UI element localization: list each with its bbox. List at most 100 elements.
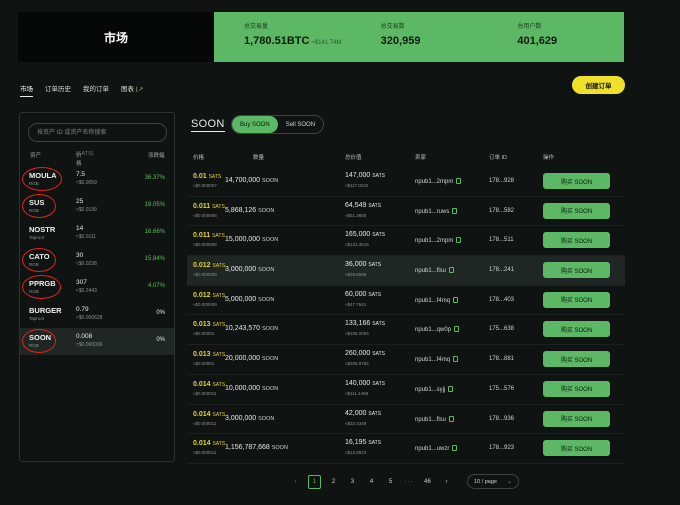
order-price: 0.012 SATS [193, 262, 226, 270]
order-price-usd: ≈$0.000008 [193, 242, 217, 248]
copy-icon[interactable] [456, 237, 462, 244]
asset-price: 7.5 [76, 171, 86, 178]
buy-soon-button[interactable]: 购买 SOON [543, 321, 610, 338]
asset-change: 19.05% [144, 202, 165, 208]
order-price: 0.011 SATS [193, 202, 225, 210]
order-total-usd: ≈$28.6585 [345, 272, 367, 278]
buy-soon-button[interactable]: 购买 SOON [543, 262, 610, 279]
tab-my-orders[interactable]: 我的订单 [83, 83, 109, 97]
asset-price: 14 [76, 225, 84, 232]
copy-icon[interactable] [452, 445, 458, 452]
order-seller[interactable]: npub1...syjj [415, 385, 454, 393]
stat-total-users: 总用户数 401,629 [487, 12, 624, 62]
copy-icon[interactable] [456, 178, 462, 184]
order-seller[interactable]: npub1...qw0p [415, 326, 460, 333]
pagination-ellipsis[interactable]: ··· [403, 479, 415, 485]
buy-soon-button[interactable]: 购买 SOON [543, 351, 610, 368]
copy-icon[interactable] [448, 385, 454, 392]
asset-change: 15.84% [144, 256, 165, 262]
order-seller[interactable]: npub1...2mpm [415, 178, 462, 185]
copy-icon[interactable] [454, 326, 460, 333]
asset-row-soon[interactable]: SOON RGB 0.008 ≈$0.000006 0% [20, 328, 174, 355]
copy-icon[interactable] [452, 207, 458, 214]
order-seller[interactable]: npub1...flsu [415, 415, 455, 423]
asset-change: 0% [156, 337, 165, 343]
page-1-button[interactable]: 1 [308, 474, 321, 489]
buy-soon-button[interactable]: 购买 SOON [543, 380, 610, 397]
asset-price-usd: ≈$0.0199 [76, 207, 97, 213]
page-size-select[interactable]: 10 / page ⌄ [467, 474, 519, 489]
chevron-right-icon[interactable]: › [440, 475, 453, 489]
market-title: SOON [191, 118, 225, 132]
page-4-button[interactable]: 4 [365, 475, 378, 489]
order-seller[interactable]: npub1...f4mq [415, 296, 459, 304]
order-total-usd: ≈$47.7641 [345, 301, 367, 307]
asset-price: 0.008 [76, 333, 93, 340]
page-last-button[interactable]: 46 [421, 475, 434, 489]
order-price-usd: ≈$0.000011 [193, 390, 217, 396]
order-quantity: 3,000,000 SOON [225, 266, 275, 274]
asset-row-moula[interactable]: MOULA RGB 7.5 ≈$0.0059 36.37% [20, 166, 174, 193]
tab-order-history[interactable]: 订单历史 [45, 83, 71, 97]
asset-price-usd: ≈$0.0238 [76, 261, 97, 267]
chevron-left-icon[interactable]: ‹ [289, 475, 302, 489]
copy-icon[interactable] [453, 356, 459, 363]
header-change: 涨跌幅 [148, 153, 165, 159]
order-total: 165,000 SATS [345, 231, 385, 239]
asset-protocol-tag: Taproot [29, 235, 45, 240]
page-2-button[interactable]: 2 [327, 475, 340, 489]
asset-name: SUS [29, 198, 45, 207]
asset-row-nostr[interactable]: NOSTR Taproot 14 ≈$0.0111 16.66% [20, 220, 174, 247]
asset-row-sus[interactable]: SUS RGB 25 ≈$0.0199 19.05% [20, 193, 174, 220]
order-total-usd: ≈$33.4349 [345, 420, 367, 426]
buy-soon-button[interactable]: 购买 SOON [543, 291, 610, 308]
copy-icon[interactable] [453, 296, 459, 303]
asset-search-input[interactable] [28, 123, 167, 142]
header-asset: 资产 [30, 153, 42, 159]
orders-table-header: 价格 数量 总价值 卖家 订单 ID 操作 [187, 153, 625, 163]
tab-market[interactable]: 市场 [20, 83, 33, 97]
asset-row-pprgb[interactable]: PPRGB RGB 307 ≈$0.2443 4.07% [20, 274, 174, 301]
order-id: 175...576 [489, 385, 515, 392]
copy-icon[interactable] [449, 415, 455, 422]
buy-soon-button[interactable]: 购买 SOON [543, 173, 610, 189]
buy-soon-button[interactable]: 购买 SOON [543, 410, 610, 427]
asset-protocol-tag: RGB [29, 343, 39, 348]
order-seller[interactable]: npub1...ruws [415, 207, 458, 215]
buy-soon-tab[interactable]: Buy SOON [232, 116, 278, 133]
asset-list: MOULA RGB 7.5 ≈$0.0059 36.37% SUS RGB 25 ≈$0.019… [20, 166, 174, 355]
buy-soon-button[interactable]: 购买 SOON [543, 202, 610, 219]
buy-soon-button[interactable]: 购买 SOON [543, 440, 610, 457]
order-id: 178...403 [489, 296, 515, 303]
sell-soon-tab[interactable]: Sell SOON [278, 116, 323, 133]
order-price: 0.011 SATS [193, 232, 225, 240]
tab-chart[interactable]: 图表 ⌊↗ [121, 83, 143, 97]
buy-soon-button[interactable]: 购买 SOON [543, 232, 610, 249]
page-5-button[interactable]: 5 [384, 475, 397, 489]
order-total: 64,549 SATS [345, 201, 382, 209]
asset-row-cato[interactable]: CATO RGB 30 ≈$0.0238 15.84% [20, 247, 174, 274]
asset-row-burger[interactable]: BURGER Taproot 0.79 ≈$0.000628 0% [20, 301, 174, 328]
pagination: ‹ 1 2 3 4 5 ··· 46 › 10 / page ⌄ [289, 474, 519, 489]
order-row: 0.013 SATS ≈$0.00001 20,000,000 SOON 260,00… [187, 345, 625, 375]
order-price: 0.014 SATS [193, 380, 226, 388]
asset-protocol-tag: RGB [29, 262, 39, 267]
main-tabs: 市场 订单历史 我的订单 图表 ⌊↗ [20, 83, 143, 97]
buy-sell-toggle: Buy SOON Sell SOON [231, 115, 325, 134]
order-total-usd: ≈$131.3515 [345, 242, 369, 248]
order-seller[interactable]: npub1...2mpm [415, 237, 462, 244]
order-total-usd: ≈$106.0094 [345, 331, 369, 337]
col-price: 价格 [193, 155, 205, 161]
order-price-usd: ≈$0.000008 [193, 212, 217, 218]
page-title: 市场 [18, 12, 214, 62]
order-seller[interactable]: npub1...uwzr [415, 445, 458, 452]
order-seller[interactable]: npub1...flsu [415, 267, 455, 274]
order-row: 0.012 SATS ≈$0.000009 3,000,000 SOON 36,000… [187, 256, 625, 286]
order-seller[interactable]: npub1...f4mq [415, 356, 459, 363]
page-3-button[interactable]: 3 [346, 475, 359, 489]
copy-icon[interactable] [449, 267, 455, 274]
create-order-button[interactable]: 创建订单 [572, 76, 625, 94]
order-total-usd: ≈$12.8923 [345, 450, 367, 456]
order-total-usd: ≈$117.0222 [345, 183, 369, 188]
asset-protocol-tag: RGB [29, 181, 39, 186]
